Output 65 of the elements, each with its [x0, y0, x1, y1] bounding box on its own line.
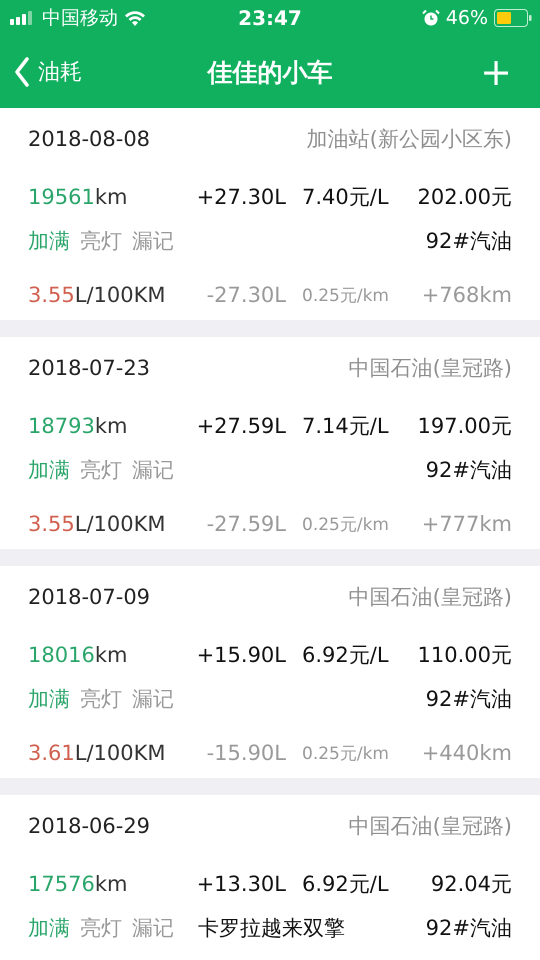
total-cost: 110.00元	[416, 642, 512, 669]
unit-price: 6.92元/L	[301, 871, 390, 898]
fuel-type: 92#汽油	[426, 686, 512, 713]
fuel-consumption: 3.55L/100KM	[28, 512, 166, 536]
fuel-type: 92#汽油	[426, 457, 512, 484]
wifi-icon	[124, 10, 146, 26]
tag-label: 漏记	[132, 457, 174, 484]
cost-per-km: 0.25元/km	[301, 514, 390, 536]
fuel-type: 92#汽油	[426, 228, 512, 255]
unit-price: 7.14元/L	[301, 413, 390, 440]
record-card[interactable]: 2018-06-29 中国石油(皇冠路) 17576km +13.30L 6.92元/L 92.04元 加满 亮灯 漏记 卡罗拉越来双擎 92#汽油	[0, 795, 540, 960]
record-date: 2018-07-23	[28, 356, 150, 380]
fuel-used: -27.59L	[206, 512, 286, 536]
odometer-reading: 17576km	[28, 872, 128, 896]
fuel-volume: +13.30L	[196, 872, 286, 896]
tag-label: 漏记	[132, 915, 174, 942]
station-name: 中国石油(皇冠路)	[348, 584, 512, 611]
tag-label: 加满	[28, 686, 70, 713]
tag-label: 亮灯	[80, 686, 122, 713]
tag-label: 加满	[28, 228, 70, 255]
cost-per-km: 0.25元/km	[301, 742, 390, 764]
record-card[interactable]: 2018-07-23 中国石油(皇冠路) 18793km +27.59L 7.14元/L 197.00元 加满 亮灯 漏记 92#汽油 3.55L/100KM -27.59L 0.25元/km +777km	[0, 337, 540, 549]
unit-price: 6.92元/L	[301, 642, 390, 669]
fuel-volume: +27.30L	[196, 185, 286, 209]
fuel-type: 92#汽油	[426, 915, 512, 942]
odometer-reading: 19561km	[28, 185, 128, 209]
battery-percent: 46%	[446, 7, 488, 29]
tag-label: 亮灯	[80, 228, 122, 255]
total-cost: 197.00元	[416, 413, 512, 440]
fuel-used: -27.30L	[206, 283, 286, 307]
battery-icon	[494, 9, 532, 27]
total-cost: 202.00元	[416, 184, 512, 211]
carrier-name: 中国移动	[42, 6, 118, 31]
page-title: 佳佳的小车	[206, 56, 334, 88]
cost-per-km: 0.25元/km	[301, 284, 390, 306]
clock-time: 23:47	[237, 6, 303, 30]
distance: +777km	[420, 512, 512, 536]
record-card[interactable]: 2018-08-08 加油站(新公园小区东) 19561km +27.30L 7.40元/L 202.00元 加满 亮灯 漏记 92#汽油 3.55L/100KM -27.30L 0.25元/km +768km	[0, 108, 540, 320]
distance: +768km	[420, 283, 512, 307]
total-cost: 92.04元	[430, 871, 512, 898]
record-card[interactable]: 2018-07-09 中国石油(皇冠路) 18016km +15.90L 6.92元/L 110.00元 加满 亮灯 漏记 92#汽油 3.61L/100KM -15.90L 0.25元/km +440km	[0, 566, 540, 778]
record-date: 2018-08-08	[28, 127, 150, 151]
tag-label: 亮灯	[80, 915, 122, 942]
record-date: 2018-07-09	[28, 585, 150, 609]
fuel-volume: +15.90L	[196, 643, 286, 667]
tag-label: 漏记	[132, 686, 174, 713]
tag-label: 亮灯	[80, 457, 122, 484]
fuel-used: -15.90L	[206, 741, 286, 765]
tag-label: 加满	[28, 915, 70, 942]
alarm-icon	[422, 9, 440, 27]
car-note: 卡罗拉越来双擎	[198, 915, 345, 942]
unit-price: 7.40元/L	[301, 184, 390, 211]
fuel-consumption: 3.55L/100KM	[28, 283, 166, 307]
station-name: 中国石油(皇冠路)	[348, 813, 512, 840]
tag-label: 加满	[28, 457, 70, 484]
station-name: 中国石油(皇冠路)	[348, 355, 512, 382]
odometer-reading: 18016km	[28, 643, 128, 667]
fuel-consumption: 3.61L/100KM	[28, 741, 166, 765]
back-chevron-icon	[14, 57, 30, 87]
tag-label: 漏记	[132, 228, 174, 255]
odometer-reading: 18793km	[28, 414, 128, 438]
record-date: 2018-06-29	[28, 814, 150, 838]
fuel-volume: +27.59L	[196, 414, 286, 438]
station-name: 加油站(新公园小区东)	[306, 126, 512, 153]
distance: +440km	[420, 741, 512, 765]
